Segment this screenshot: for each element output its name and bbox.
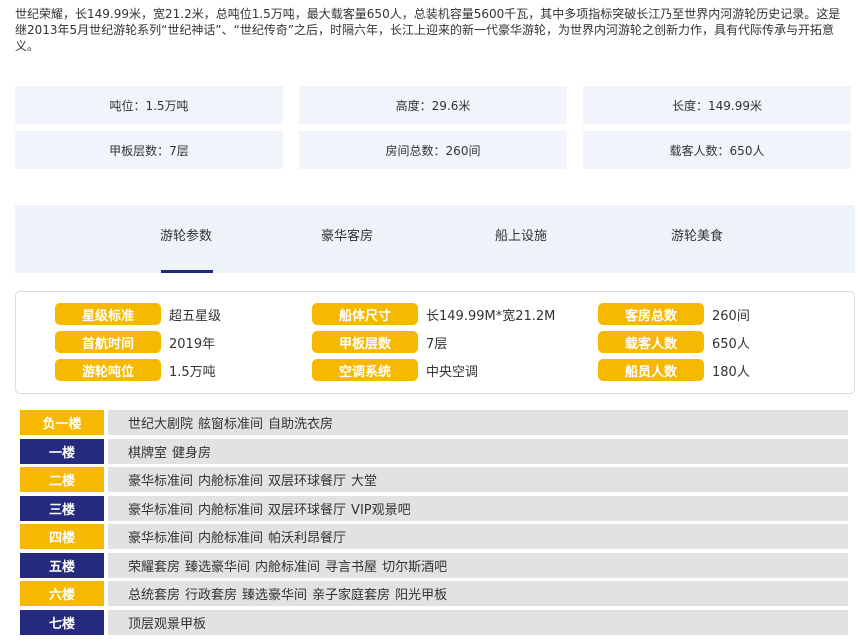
tab-bar: 游轮参数 豪华客房 船上设施 游轮美食 bbox=[15, 205, 855, 273]
deck-directory: 负一楼 世纪大剧院 舷窗标准间 自助洗衣房 一楼 棋牌室 健身房 二楼 豪华标准间 内舱标准间 双层… bbox=[20, 410, 848, 638]
deck-room-item: 切尔斯酒吧 bbox=[382, 559, 448, 575]
tab-cruise-specs[interactable]: 游轮参数 bbox=[131, 205, 241, 273]
deck-room-item: 内舱标准间 bbox=[198, 502, 264, 518]
deck-rooms: 豪华标准间 内舱标准间 帕沃利昂餐厅 bbox=[108, 524, 848, 549]
deck-floor-label: 二楼 bbox=[20, 467, 104, 492]
spec-air-conditioning: 空调系统 中央空调 bbox=[312, 359, 478, 381]
tab-onboard-facilities[interactable]: 船上设施 bbox=[466, 205, 576, 273]
spec-maiden-voyage: 首航时间 2019年 bbox=[55, 331, 215, 353]
deck-row: 三楼 豪华标准间 内舱标准间 双层环球餐厅 VIP观景吧 bbox=[20, 495, 848, 524]
deck-room-item: 亲子家庭套房 bbox=[312, 588, 391, 603]
deck-room-item: 豪华标准间 bbox=[128, 531, 194, 546]
spec-hull-size: 船体尺寸 长149.99M*宽21.2M bbox=[312, 303, 555, 325]
deck-row: 七楼 顶层观景甲板 bbox=[20, 609, 848, 638]
spec-value: 260间 bbox=[712, 308, 750, 324]
spec-crew-count: 船员人数 180人 bbox=[598, 359, 750, 381]
spec-label: 甲板层数 bbox=[312, 331, 418, 353]
deck-floor-label: 负一楼 bbox=[20, 410, 104, 435]
spec-label: 游轮吨位 bbox=[55, 359, 161, 381]
stat-decks: 甲板层数：7层 bbox=[15, 131, 283, 169]
spec-label: 首航时间 bbox=[55, 331, 161, 353]
deck-rooms: 棋牌室 健身房 bbox=[108, 438, 848, 464]
deck-floor-label: 六楼 bbox=[20, 581, 104, 606]
spec-label: 船员人数 bbox=[598, 359, 704, 381]
deck-room-item: 帕沃利昂餐厅 bbox=[268, 531, 347, 546]
stat-height: 高度：29.6米 bbox=[299, 86, 567, 124]
spec-tonnage: 游轮吨位 1.5万吨 bbox=[55, 359, 216, 381]
spec-deck-count: 甲板层数 7层 bbox=[312, 331, 447, 353]
spec-value: 长149.99M*宽21.2M bbox=[426, 308, 556, 324]
deck-room-item: 棋牌室 bbox=[128, 445, 168, 461]
deck-room-item: VIP观景吧 bbox=[351, 502, 411, 518]
deck-room-item: 臻选豪华间 bbox=[242, 588, 308, 603]
spec-value: 2019年 bbox=[169, 336, 216, 352]
spec-value: 中央空调 bbox=[426, 364, 479, 380]
spec-label: 载客人数 bbox=[598, 331, 704, 353]
deck-room-item: 顶层观景甲板 bbox=[128, 616, 207, 632]
deck-rooms: 豪华标准间 内舱标准间 双层环球餐厅 VIP观景吧 bbox=[108, 495, 848, 521]
spec-passenger-count: 载客人数 650人 bbox=[598, 331, 750, 353]
spec-star-rating: 星级标准 超五星级 bbox=[55, 303, 221, 325]
deck-rooms: 总统套房 行政套房 臻选豪华间 亲子家庭套房 阳光甲板 bbox=[108, 581, 848, 606]
deck-floor-label: 三楼 bbox=[20, 495, 104, 521]
stats-grid: 吨位：1.5万吨 高度：29.6米 长度：149.99米 甲板层数：7层 房间总… bbox=[15, 86, 855, 169]
deck-room-item: 双层环球餐厅 bbox=[268, 474, 347, 489]
deck-rooms: 豪华标准间 内舱标准间 双层环球餐厅 大堂 bbox=[108, 467, 848, 492]
deck-room-item: 豪华标准间 bbox=[128, 502, 194, 518]
deck-row: 二楼 豪华标准间 内舱标准间 双层环球餐厅 大堂 bbox=[20, 467, 848, 495]
stat-rooms: 房间总数：260间 bbox=[299, 131, 567, 169]
tab-luxury-rooms[interactable]: 豪华客房 bbox=[292, 205, 402, 273]
deck-room-item: 行政套房 bbox=[185, 588, 238, 603]
deck-room-item: 内舱标准间 bbox=[198, 474, 264, 489]
deck-row: 五楼 荣耀套房 臻选豪华间 内舱标准间 寻言书屋 切尔斯酒吧 bbox=[20, 552, 848, 581]
deck-floor-label: 五楼 bbox=[20, 552, 104, 578]
spec-label: 空调系统 bbox=[312, 359, 418, 381]
spec-label: 星级标准 bbox=[55, 303, 161, 325]
specs-panel: 星级标准 超五星级 船体尺寸 长149.99M*宽21.2M 客房总数 260间… bbox=[15, 291, 855, 394]
spec-room-count: 客房总数 260间 bbox=[598, 303, 750, 325]
deck-room-item: 健身房 bbox=[172, 445, 212, 461]
deck-room-item: 舷窗标准间 bbox=[198, 417, 264, 432]
deck-row: 一楼 棋牌室 健身房 bbox=[20, 438, 848, 467]
tab-cruise-dining[interactable]: 游轮美食 bbox=[642, 205, 752, 273]
spec-value: 1.5万吨 bbox=[169, 364, 216, 380]
stat-tonnage: 吨位：1.5万吨 bbox=[15, 86, 283, 124]
deck-room-item: 豪华标准间 bbox=[128, 474, 194, 489]
deck-room-item: 总统套房 bbox=[128, 588, 181, 603]
deck-row: 负一楼 世纪大剧院 舷窗标准间 自助洗衣房 bbox=[20, 410, 848, 438]
deck-row: 六楼 总统套房 行政套房 臻选豪华间 亲子家庭套房 阳光甲板 bbox=[20, 581, 848, 609]
stat-length: 长度：149.99米 bbox=[583, 86, 851, 124]
deck-room-item: 阳光甲板 bbox=[395, 588, 448, 603]
deck-row: 四楼 豪华标准间 内舱标准间 帕沃利昂餐厅 bbox=[20, 524, 848, 552]
deck-room-item: 寻言书屋 bbox=[325, 559, 378, 575]
deck-rooms: 世纪大剧院 舷窗标准间 自助洗衣房 bbox=[108, 410, 848, 435]
deck-room-item: 大堂 bbox=[351, 474, 378, 489]
deck-room-item: 臻选豪华间 bbox=[185, 559, 251, 575]
deck-floor-label: 七楼 bbox=[20, 609, 104, 635]
deck-room-item: 内舱标准间 bbox=[255, 559, 321, 575]
spec-value: 超五星级 bbox=[169, 308, 222, 324]
deck-room-item: 双层环球餐厅 bbox=[268, 502, 347, 518]
stat-passengers: 载客人数：650人 bbox=[583, 131, 851, 169]
deck-room-item: 内舱标准间 bbox=[198, 531, 264, 546]
intro-paragraph: 世纪荣耀，长149.99米，宽21.2米，总吨位1.5万吨，最大载客量650人，… bbox=[15, 7, 841, 53]
deck-floor-label: 一楼 bbox=[20, 438, 104, 464]
spec-label: 客房总数 bbox=[598, 303, 704, 325]
spec-value: 650人 bbox=[712, 336, 750, 352]
deck-room-item: 世纪大剧院 bbox=[128, 417, 194, 432]
deck-room-item: 荣耀套房 bbox=[128, 559, 181, 575]
deck-floor-label: 四楼 bbox=[20, 524, 104, 549]
deck-room-item: 自助洗衣房 bbox=[268, 417, 334, 432]
spec-value: 7层 bbox=[426, 336, 448, 352]
deck-rooms: 荣耀套房 臻选豪华间 内舱标准间 寻言书屋 切尔斯酒吧 bbox=[108, 552, 848, 578]
spec-value: 180人 bbox=[712, 364, 750, 380]
deck-rooms: 顶层观景甲板 bbox=[108, 609, 848, 635]
spec-label: 船体尺寸 bbox=[312, 303, 418, 325]
